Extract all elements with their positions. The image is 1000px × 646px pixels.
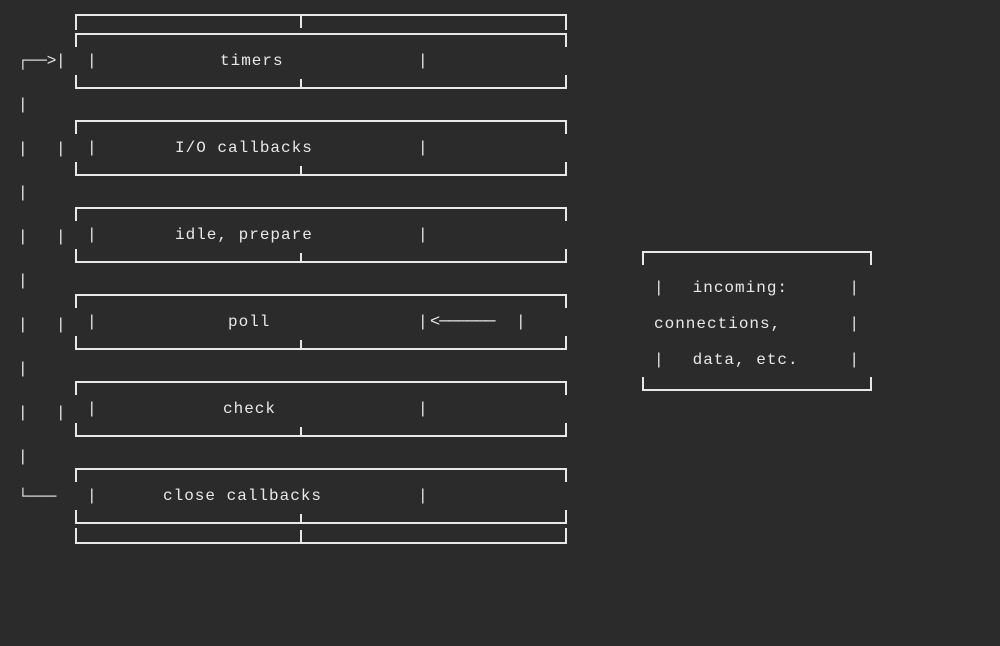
loop-bottom-corner: └───: [18, 488, 56, 506]
loop-pipe: |: [18, 360, 29, 378]
loop-pipe: |: [18, 184, 29, 202]
phase-io-callbacks: | I/O callbacks |: [75, 120, 567, 176]
phase-label: poll: [228, 313, 270, 331]
phase-check: | check |: [75, 381, 567, 437]
pipe-char: |: [418, 313, 429, 331]
loop-pipe: |: [18, 404, 29, 422]
pipe-char: |: [516, 313, 527, 331]
pipe-char: |: [418, 226, 429, 244]
loop-pipe: |: [18, 96, 29, 114]
phase-timers: | timers |: [75, 33, 567, 89]
pipe-char: |: [418, 52, 429, 70]
incoming-label: incoming:: [693, 279, 788, 297]
pipe-char: |: [87, 313, 98, 331]
pipe-char: |: [418, 400, 429, 418]
phase-label: timers: [220, 52, 284, 70]
pipe-char: |: [654, 351, 665, 369]
pipe-char: |: [87, 52, 98, 70]
phase-label: close callbacks: [163, 487, 322, 505]
phase-close-callbacks: | close callbacks |: [75, 468, 567, 524]
pipe-char: |: [418, 139, 429, 157]
pipe-char: |: [87, 487, 98, 505]
inner-pipe: |: [56, 52, 67, 70]
pipe-char: |: [87, 400, 98, 418]
incoming-label: connections,: [654, 315, 781, 333]
pipe-char: |: [87, 139, 98, 157]
pipe-char: |: [87, 226, 98, 244]
pipe-char: |: [849, 315, 860, 333]
arrow-into-poll: <──────: [430, 313, 494, 332]
inner-pipe: |: [56, 316, 67, 334]
incoming-label: data, etc.: [693, 351, 799, 369]
phase-label: I/O callbacks: [175, 139, 313, 157]
loop-pipe: |: [18, 272, 29, 290]
loop-pipe: |: [18, 316, 29, 334]
phase-label: idle, prepare: [175, 226, 313, 244]
pipe-char: |: [418, 487, 429, 505]
loop-pipe: |: [18, 228, 29, 246]
top-bracket: [75, 14, 567, 28]
loop-pipe: |: [18, 448, 29, 466]
pipe-char: |: [849, 279, 860, 297]
inner-pipe: |: [56, 140, 67, 158]
loop-pipe: |: [18, 140, 29, 158]
inner-pipe: |: [56, 228, 67, 246]
pipe-char: |: [654, 279, 665, 297]
phase-label: check: [223, 400, 276, 418]
inner-pipe: |: [56, 404, 67, 422]
incoming-box: | incoming: | connections, | | data, etc…: [642, 251, 872, 391]
phase-idle-prepare: | idle, prepare |: [75, 207, 567, 263]
bottom-bracket: [75, 530, 567, 544]
loop-arrow-into-timers: ┌──>: [18, 52, 56, 70]
pipe-char: |: [849, 351, 860, 369]
